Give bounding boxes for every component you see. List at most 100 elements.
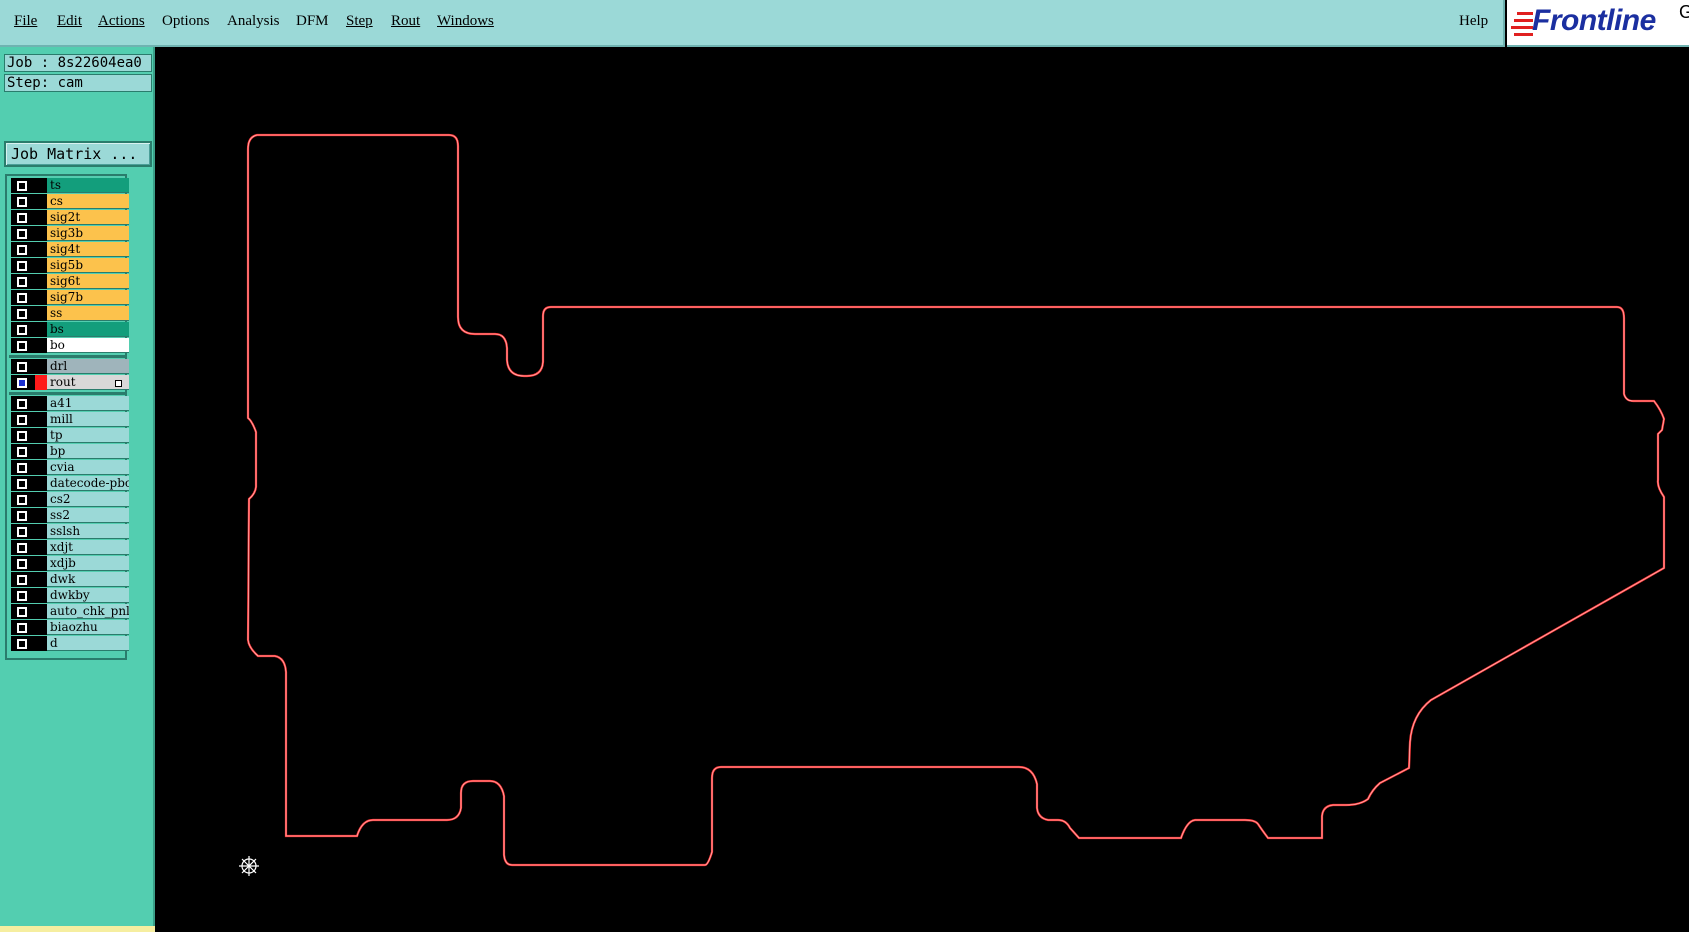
menu-actions[interactable]: Actions: [98, 13, 145, 30]
layer-name[interactable]: sig3b: [47, 226, 129, 241]
layer-color-swatch[interactable]: [35, 444, 47, 459]
layer-row-xdjt[interactable]: xdjt: [9, 540, 129, 555]
layer-checkbox[interactable]: [11, 524, 35, 539]
layer-row-cvia[interactable]: cvia: [9, 460, 129, 475]
layer-color-swatch[interactable]: [35, 572, 47, 587]
layer-row-xdjb[interactable]: xdjb: [9, 556, 129, 571]
layer-row-dwk[interactable]: dwk: [9, 572, 129, 587]
layer-name[interactable]: biaozhu: [47, 620, 129, 635]
layer-row-d[interactable]: d: [9, 636, 129, 651]
layer-checkbox[interactable]: [11, 338, 35, 353]
layer-color-swatch[interactable]: [35, 210, 47, 225]
layer-checkbox[interactable]: [11, 290, 35, 305]
layer-checkbox[interactable]: [11, 508, 35, 523]
layer-name[interactable]: tp: [47, 428, 129, 443]
layer-color-swatch[interactable]: [35, 428, 47, 443]
layer-color-swatch[interactable]: [35, 604, 47, 619]
layer-color-swatch[interactable]: [35, 588, 47, 603]
layer-name[interactable]: sslsh: [47, 524, 129, 539]
layer-name[interactable]: cs2: [47, 492, 129, 507]
layer-row-tp[interactable]: tp: [9, 428, 129, 443]
layer-row-sig4t[interactable]: sig4t: [9, 242, 129, 257]
menu-options[interactable]: Options: [162, 13, 210, 30]
layer-name[interactable]: drl: [47, 359, 129, 374]
graphics-canvas[interactable]: [155, 49, 1689, 932]
layer-name[interactable]: xdjt: [47, 540, 129, 555]
layer-row-sig5b[interactable]: sig5b: [9, 258, 129, 273]
layer-color-swatch[interactable]: [35, 524, 47, 539]
layer-row-biaozhu[interactable]: biaozhu: [9, 620, 129, 635]
layer-checkbox[interactable]: [11, 322, 35, 337]
layer-color-swatch[interactable]: [35, 242, 47, 257]
layer-name[interactable]: xdjb: [47, 556, 129, 571]
layer-name[interactable]: auto_chk_pnl: [47, 604, 129, 619]
layer-checkbox[interactable]: [11, 460, 35, 475]
layer-name[interactable]: d: [47, 636, 129, 651]
layer-color-swatch[interactable]: [35, 338, 47, 353]
layer-row-auto_chk_pnl[interactable]: auto_chk_pnl: [9, 604, 129, 619]
layer-row-dwkby[interactable]: dwkby: [9, 588, 129, 603]
layer-checkbox[interactable]: [11, 258, 35, 273]
layer-name[interactable]: ss2: [47, 508, 129, 523]
layer-row-drl[interactable]: drl: [9, 359, 129, 374]
layer-color-swatch[interactable]: [35, 359, 47, 374]
layer-name[interactable]: bs: [47, 322, 129, 337]
layer-name[interactable]: dwkby: [47, 588, 129, 603]
layer-row-datecode-pbc[interactable]: datecode-pbc: [9, 476, 129, 491]
layer-checkbox[interactable]: [11, 476, 35, 491]
layer-name[interactable]: sig5b: [47, 258, 129, 273]
layer-color-swatch[interactable]: [35, 290, 47, 305]
layer-color-swatch[interactable]: [35, 492, 47, 507]
layer-name[interactable]: sig4t: [47, 242, 129, 257]
layer-name[interactable]: sig2t: [47, 210, 129, 225]
layer-color-swatch[interactable]: [35, 274, 47, 289]
layer-checkbox[interactable]: [11, 210, 35, 225]
layer-color-swatch[interactable]: [35, 636, 47, 651]
layer-row-sslsh[interactable]: sslsh: [9, 524, 129, 539]
layer-row-ss[interactable]: ss: [9, 306, 129, 321]
layer-checkbox[interactable]: [11, 306, 35, 321]
layer-name[interactable]: cs: [47, 194, 129, 209]
layer-row-bp[interactable]: bp: [9, 444, 129, 459]
layer-row-bo[interactable]: bo: [9, 338, 129, 353]
layer-checkbox[interactable]: [11, 178, 35, 193]
layer-name[interactable]: mill: [47, 412, 129, 427]
menu-edit[interactable]: Edit: [57, 13, 82, 30]
layer-row-cs[interactable]: cs: [9, 194, 129, 209]
menu-file[interactable]: File: [14, 13, 37, 30]
layer-checkbox[interactable]: [11, 588, 35, 603]
layer-color-swatch[interactable]: [35, 556, 47, 571]
layer-name[interactable]: bo: [47, 338, 129, 353]
layer-row-bs[interactable]: bs: [9, 322, 129, 337]
layer-color-swatch[interactable]: [35, 412, 47, 427]
layer-color-swatch[interactable]: [35, 375, 47, 390]
layer-name[interactable]: sig6t: [47, 274, 129, 289]
layer-name[interactable]: cvia: [47, 460, 129, 475]
layer-name[interactable]: ts: [47, 178, 129, 193]
layer-row-a41[interactable]: a41: [9, 396, 129, 411]
layer-row-sig7b[interactable]: sig7b: [9, 290, 129, 305]
layer-color-swatch[interactable]: [35, 258, 47, 273]
layer-color-swatch[interactable]: [35, 194, 47, 209]
layer-checkbox[interactable]: [11, 444, 35, 459]
layer-checkbox[interactable]: [11, 396, 35, 411]
layer-checkbox[interactable]: [11, 274, 35, 289]
origin-icon[interactable]: [239, 856, 259, 876]
layer-name[interactable]: a41: [47, 396, 129, 411]
board-view[interactable]: [155, 49, 1689, 932]
layer-row-rout[interactable]: rout: [9, 375, 129, 390]
layer-row-mill[interactable]: mill: [9, 412, 129, 427]
layer-checkbox[interactable]: [11, 375, 35, 390]
layer-row-ss2[interactable]: ss2: [9, 508, 129, 523]
layer-checkbox[interactable]: [11, 604, 35, 619]
layer-color-swatch[interactable]: [35, 620, 47, 635]
layer-checkbox[interactable]: [11, 540, 35, 555]
layer-checkbox[interactable]: [11, 226, 35, 241]
layer-name[interactable]: ss: [47, 306, 129, 321]
menu-analysis[interactable]: Analysis: [227, 13, 280, 30]
layer-color-swatch[interactable]: [35, 396, 47, 411]
layer-row-sig2t[interactable]: sig2t: [9, 210, 129, 225]
menu-windows[interactable]: Windows: [437, 13, 494, 30]
layer-checkbox[interactable]: [11, 428, 35, 443]
layer-checkbox[interactable]: [11, 194, 35, 209]
